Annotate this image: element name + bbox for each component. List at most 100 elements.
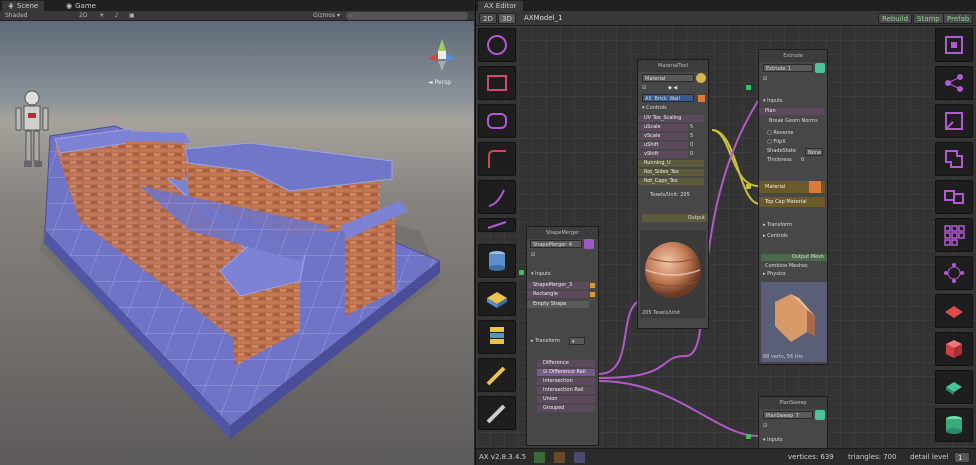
output-union[interactable]: Union xyxy=(537,396,595,403)
branch-op-button[interactable] xyxy=(935,66,973,100)
output-difference[interactable]: Difference xyxy=(537,360,595,367)
line-shape-button[interactable] xyxy=(478,218,516,232)
material-options-icon[interactable]: ◆ ◀ xyxy=(668,85,677,91)
plan-input[interactable]: Plan xyxy=(759,108,825,115)
param-vshift[interactable]: vShift xyxy=(638,151,688,158)
material-output-port[interactable]: Output xyxy=(642,214,708,222)
circle-shape-button[interactable] xyxy=(478,28,516,62)
plan-sweep-name-field[interactable]: PlanSweep_7 xyxy=(763,411,813,419)
tab-game[interactable]: ◉ Game xyxy=(60,1,102,11)
detail-level-input[interactable]: 1 xyxy=(954,452,970,463)
extrude-name-field[interactable]: Extrude_1 xyxy=(763,64,813,72)
reverse-toggle[interactable]: ▢ Reverse xyxy=(767,130,793,137)
param-rot-caps-tex[interactable]: Rot_Caps_Tex xyxy=(638,178,704,185)
thickness-value[interactable]: 0 xyxy=(801,157,804,164)
library-icon[interactable] xyxy=(534,452,545,463)
cylinder-mesh-button[interactable] xyxy=(478,244,516,278)
transform-dropdown[interactable]: ▾ xyxy=(569,337,585,345)
material-input-pin[interactable] xyxy=(746,184,751,189)
visible-checkbox[interactable]: ☑ xyxy=(642,85,646,92)
ramp-mesh-button[interactable] xyxy=(478,396,516,430)
extrude-visible-checkbox[interactable]: ☑ xyxy=(763,76,767,83)
lighting-toggle-icon[interactable]: ☀ xyxy=(96,11,107,21)
plan-sweep-visible-checkbox[interactable]: ☑ xyxy=(763,423,767,430)
mode-2d-toggle[interactable]: 2D xyxy=(76,11,90,21)
vshift-value[interactable]: 0 xyxy=(690,151,693,157)
merge-op-button[interactable] xyxy=(935,28,973,62)
param-ushift[interactable]: uShift xyxy=(638,142,688,149)
grid-repeater-button[interactable] xyxy=(935,218,973,252)
output-intersection-rail[interactable]: Intersection Rail xyxy=(537,387,595,394)
vscale-value[interactable]: 5 xyxy=(690,133,693,139)
scene-viewport[interactable]: ◄ Persp xyxy=(0,21,474,465)
controls-foldout[interactable]: ▾ Controls xyxy=(642,105,667,112)
corner-shape-button[interactable] xyxy=(478,142,516,176)
output-difference-rail[interactable]: ☑ Difference Rail xyxy=(537,369,595,376)
graph-icon[interactable] xyxy=(574,452,585,463)
material-name-field[interactable]: Material xyxy=(642,74,694,82)
param-uv-scaling[interactable]: UV Tex_Scaling xyxy=(638,115,704,122)
radial-repeater-button[interactable] xyxy=(935,256,973,290)
stairs-mesh-button[interactable] xyxy=(478,358,516,392)
box-mesh-button[interactable] xyxy=(935,332,973,366)
param-rot-sides-tex[interactable]: Rot_Sides_Tex xyxy=(638,169,704,176)
layout-icon[interactable] xyxy=(554,452,565,463)
inputs-foldout[interactable]: ▾ Inputs xyxy=(763,98,783,105)
audio-toggle-icon[interactable]: ♪ xyxy=(112,11,122,21)
top-cap-material-input[interactable]: Top Cap Material xyxy=(759,197,825,207)
rectangle-shape-button[interactable] xyxy=(478,66,516,100)
shape-merger-name-field[interactable]: ShapeMerger_4 xyxy=(530,240,582,248)
scene-search-input[interactable]: ⌕ xyxy=(346,12,468,20)
ushift-value[interactable]: 0 xyxy=(690,142,693,148)
output-intersection[interactable]: Intersection xyxy=(537,378,595,385)
empty-shape-slot[interactable]: Empty Shape xyxy=(527,301,589,308)
material-tool-node[interactable]: MaterialTool Material ☑ ◆ ◀ AX_Brick_Wal… xyxy=(637,59,709,329)
physics-foldout[interactable]: ▸ Physics xyxy=(763,271,786,278)
mode-2d-button[interactable]: 2D xyxy=(479,13,497,24)
union-op-button[interactable] xyxy=(935,180,973,214)
plane-mesh-button[interactable] xyxy=(935,294,973,328)
flip-toggle[interactable]: ▢ FlipX xyxy=(767,139,786,146)
difference-op-button[interactable] xyxy=(935,142,973,176)
gizmos-dropdown[interactable]: Gizmos ▾ xyxy=(310,11,343,21)
stack-mesh-button[interactable] xyxy=(478,320,516,354)
transform-foldout[interactable]: ▸ Transform xyxy=(763,222,792,229)
node-graph-canvas[interactable]: MaterialTool Material ☑ ◆ ◀ AX_Brick_Wal… xyxy=(476,26,976,448)
rebuild-button[interactable]: Rebuild xyxy=(878,13,913,24)
mode-3d-button[interactable]: 3D xyxy=(498,13,516,24)
stamp-button[interactable]: Stamp xyxy=(913,13,944,24)
plan-sweep-node[interactable]: PlanSweep PlanSweep_7 ☑ ▾ Inputs xyxy=(758,396,828,448)
output-mesh-port[interactable]: Output Mesh xyxy=(761,254,827,261)
tab-scene[interactable]: ⋕ Scene xyxy=(2,1,45,11)
shading-dropdown[interactable]: Shaded xyxy=(2,11,31,21)
tube-mesh-button[interactable] xyxy=(935,408,973,442)
shape-merger-transform-foldout[interactable]: ▸ Transform xyxy=(531,338,560,345)
disc-mesh-button[interactable] xyxy=(935,370,973,404)
extrude-node[interactable]: Extrude Extrude_1 ☑ ▾ Inputs Plan Break … xyxy=(758,49,828,365)
rounded-rect-button[interactable] xyxy=(478,104,516,138)
shape-merger-node[interactable]: ShapeMerger ShapeMerger_4 ☑ ▾ Inputs Sha… xyxy=(526,226,599,446)
uscale-value[interactable]: 5 xyxy=(690,124,693,130)
offset-op-button[interactable] xyxy=(935,104,973,138)
orientation-gizmo[interactable] xyxy=(424,37,460,73)
effects-toggle-icon[interactable]: ▣ xyxy=(126,11,138,21)
prefab-button[interactable]: Prefab xyxy=(943,13,974,24)
plan-sweep-inputs-foldout[interactable]: ▾ Inputs xyxy=(763,437,783,444)
extrude-controls-foldout[interactable]: ▸ Controls xyxy=(763,233,788,240)
persp-label[interactable]: ◄ Persp xyxy=(428,79,451,86)
param-vscale[interactable]: vScale xyxy=(638,133,688,140)
output-grouped[interactable]: Grouped xyxy=(537,405,595,412)
shape-merger-input-pin[interactable] xyxy=(519,270,524,275)
plan-sweep-input-pin[interactable] xyxy=(746,434,751,439)
slab-mesh-button[interactable] xyxy=(478,282,516,316)
shape-merger-visible-checkbox[interactable]: ☑ xyxy=(531,252,535,259)
shape-merger-inputs-foldout[interactable]: ▾ Inputs xyxy=(531,271,551,278)
curve-shape-button[interactable] xyxy=(478,180,516,214)
extrude-input-pin[interactable] xyxy=(746,85,751,90)
tab-ax-editor[interactable]: AX Editor xyxy=(478,1,523,11)
input-shape-merger-3[interactable]: ShapeMerger_3 xyxy=(527,282,589,289)
material-asset-field[interactable]: AX_Brick_Wall xyxy=(642,94,694,102)
param-uscale[interactable]: uScale xyxy=(638,124,688,131)
param-running-u[interactable]: Running_U xyxy=(638,160,704,167)
input-rectangle[interactable]: Rectangle xyxy=(527,291,589,298)
